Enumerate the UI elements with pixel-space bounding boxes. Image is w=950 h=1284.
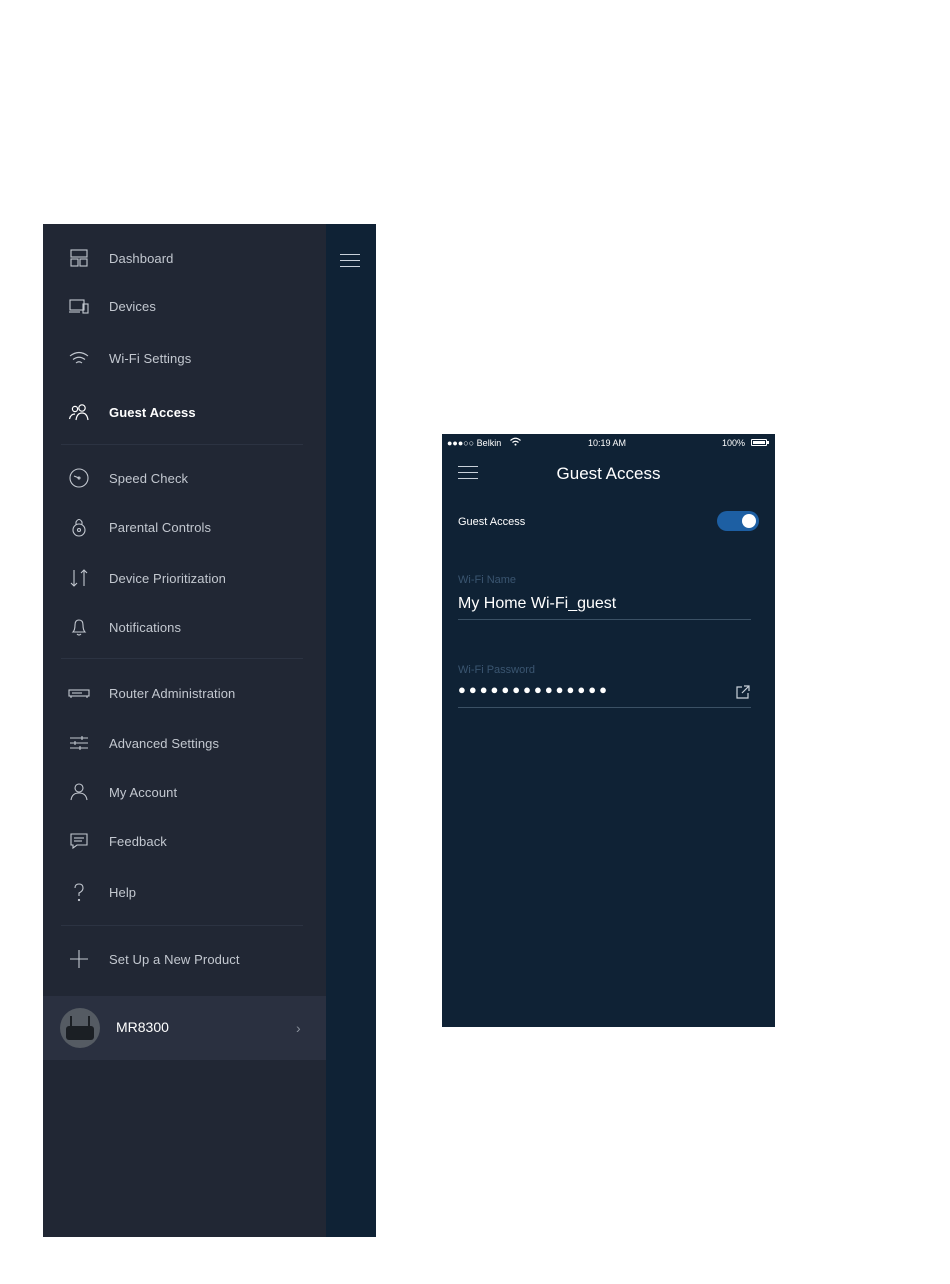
nav-item-devices[interactable]: Devices [43, 286, 326, 326]
bell-icon [67, 615, 91, 639]
carrier-signal: ●●●○○ Belkin [447, 438, 502, 448]
nav-item-wifi-settings[interactable]: Wi-Fi Settings [43, 338, 326, 378]
nav-divider [61, 925, 303, 926]
nav-item-label: Device Prioritization [109, 570, 226, 586]
battery-percent: 100% [722, 438, 746, 448]
speed-check-icon [67, 466, 91, 490]
hamburger-menu-icon[interactable] [340, 254, 360, 268]
wifi-name-label: Wi-Fi Name [458, 574, 517, 586]
account-icon [67, 780, 91, 804]
devices-icon [67, 294, 91, 318]
nav-item-label: Speed Check [109, 470, 189, 486]
status-time: 10:19 AM [588, 438, 627, 448]
navigation-screenshot: Dashboard Devices Wi-Fi Settings Guest A… [43, 224, 376, 1237]
help-icon [67, 880, 91, 904]
device-row-mr8300[interactable]: MR8300 › [43, 996, 326, 1060]
nav-divider [61, 658, 303, 659]
guest-access-label: Guest Access [458, 516, 526, 528]
nav-item-label: Advanced Settings [109, 735, 220, 751]
nav-item-parental-controls[interactable]: Parental Controls [43, 507, 326, 547]
share-icon[interactable] [735, 684, 751, 700]
nav-item-label: Wi-Fi Settings [109, 350, 192, 366]
wifi-name-field[interactable]: My Home Wi-Fi_guest [458, 595, 616, 613]
wifi-password-field[interactable]: ●●●●●●●●●●●●●● [458, 682, 610, 697]
nav-item-feedback[interactable]: Feedback [43, 821, 326, 861]
nav-item-router-administration[interactable]: Router Administration [43, 673, 326, 713]
toggle-knob [742, 514, 756, 528]
prioritization-icon [67, 566, 91, 590]
wifi-icon [67, 346, 91, 370]
nav-item-label: Parental Controls [109, 519, 212, 535]
wifi-password-label: Wi-Fi Password [458, 664, 536, 676]
nav-item-set-up-new-product[interactable]: Set Up a New Product [43, 939, 326, 979]
guest-access-screenshot: ●●●○○ Belkin 10:19 AM 100% Guest Access … [442, 434, 775, 1027]
nav-item-advanced-settings[interactable]: Advanced Settings [43, 723, 326, 763]
nav-item-notifications[interactable]: Notifications [43, 607, 326, 647]
nav-item-label: My Account [109, 784, 178, 800]
wifi-signal-icon [510, 437, 521, 446]
nav-item-label: Dashboard [109, 250, 174, 266]
feedback-icon [67, 829, 91, 853]
nav-item-help[interactable]: Help [43, 872, 326, 912]
nav-item-label: Guest Access [109, 404, 196, 420]
battery-icon [751, 439, 769, 446]
sliders-icon [67, 731, 91, 755]
chevron-right-icon: › [296, 1020, 301, 1036]
router-icon [67, 681, 91, 705]
nav-item-dashboard[interactable]: Dashboard [43, 238, 326, 278]
device-name: MR8300 [116, 1019, 169, 1035]
page-title: Guest Access [556, 464, 661, 483]
nav-item-speed-check[interactable]: Speed Check [43, 458, 326, 498]
nav-item-label: Devices [109, 298, 156, 314]
wifi-password-underline [458, 707, 751, 708]
plus-icon [67, 947, 91, 971]
router-avatar [60, 1008, 100, 1048]
nav-item-label: Router Administration [109, 685, 236, 701]
parental-controls-icon [67, 515, 91, 539]
wifi-name-underline [458, 619, 751, 620]
nav-item-label: Notifications [109, 619, 182, 635]
nav-divider [61, 444, 303, 445]
nav-item-label: Help [109, 884, 137, 900]
nav-item-my-account[interactable]: My Account [43, 772, 326, 812]
nav-item-device-prioritization[interactable]: Device Prioritization [43, 558, 326, 598]
guest-access-icon [67, 400, 91, 424]
status-bar: ●●●○○ Belkin 10:19 AM 100% [442, 434, 775, 452]
guest-access-toggle[interactable] [717, 511, 759, 531]
nav-item-label: Set Up a New Product [109, 951, 240, 967]
navigation-drawer: Dashboard Devices Wi-Fi Settings Guest A… [43, 224, 326, 1237]
dashboard-icon [67, 246, 91, 270]
nav-item-label: Feedback [109, 833, 167, 849]
nav-item-guest-access[interactable]: Guest Access [43, 392, 326, 432]
